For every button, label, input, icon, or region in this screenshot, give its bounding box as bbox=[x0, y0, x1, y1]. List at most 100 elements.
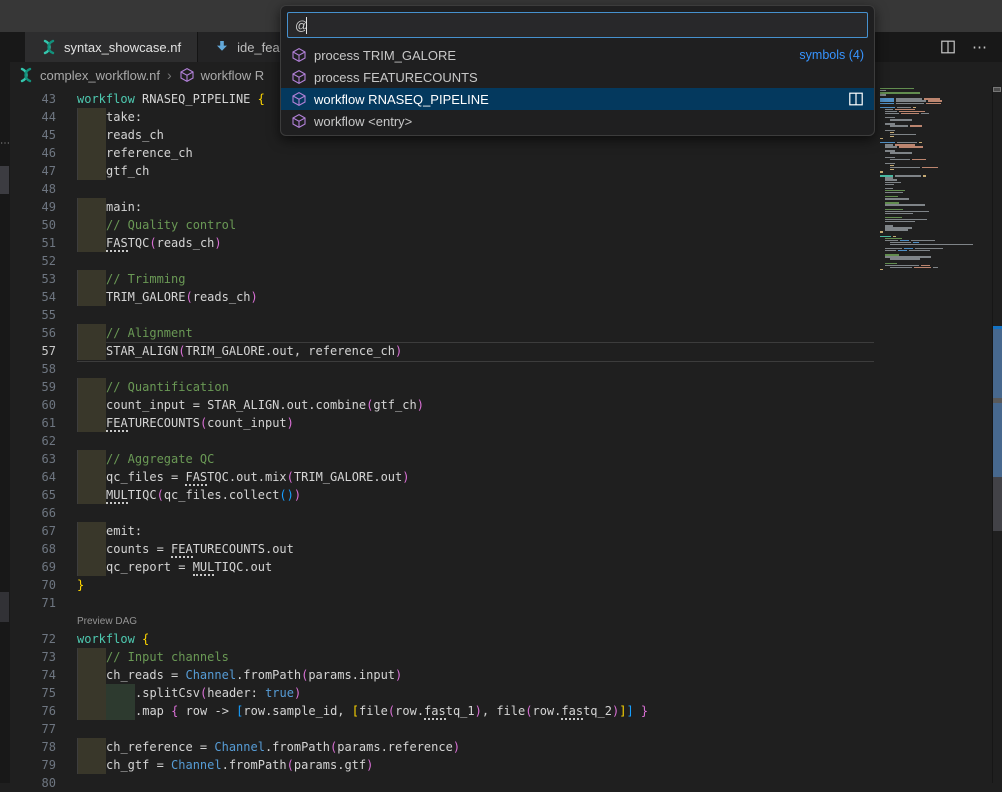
line-number[interactable]: 56 bbox=[10, 324, 56, 342]
minimap[interactable] bbox=[880, 88, 975, 283]
line-number[interactable]: 57 bbox=[10, 342, 56, 360]
token: true bbox=[265, 686, 294, 700]
code-line[interactable]: workflow { bbox=[77, 630, 877, 648]
scrollbar-thumb[interactable] bbox=[993, 477, 1002, 531]
line-number[interactable]: 64 bbox=[10, 468, 56, 486]
line-number[interactable]: 47 bbox=[10, 162, 56, 180]
line-number[interactable]: 46 bbox=[10, 144, 56, 162]
line-number[interactable]: 67 bbox=[10, 522, 56, 540]
line-number[interactable]: 59 bbox=[10, 378, 56, 396]
code-line[interactable]: // Alignment bbox=[77, 324, 877, 342]
code-line[interactable] bbox=[77, 180, 877, 198]
code-line[interactable] bbox=[77, 720, 877, 738]
line-number[interactable]: 72 bbox=[10, 630, 56, 648]
code-line[interactable] bbox=[77, 594, 877, 612]
line-number[interactable]: 70 bbox=[10, 576, 56, 594]
line-number[interactable]: 66 bbox=[10, 504, 56, 522]
line-number[interactable]: 69 bbox=[10, 558, 56, 576]
line-number[interactable]: 45 bbox=[10, 126, 56, 144]
line-number[interactable]: 55 bbox=[10, 306, 56, 324]
code-lens[interactable]: Preview DAG bbox=[77, 612, 877, 630]
line-number[interactable]: 43 bbox=[10, 90, 56, 108]
code-line[interactable]: MULTIQC(qc_files.collect()) bbox=[77, 486, 877, 504]
line-number[interactable]: 50 bbox=[10, 216, 56, 234]
code-line[interactable]: emit: bbox=[77, 522, 877, 540]
code-line[interactable] bbox=[77, 504, 877, 522]
code-area[interactable]: workflow RNASEQ_PIPELINE {take:reads_chr… bbox=[77, 90, 877, 792]
quick-open-input[interactable] bbox=[295, 18, 860, 33]
quickpick-item[interactable]: workflow RNASEQ_PIPELINE bbox=[281, 88, 874, 110]
breadcrumb-symbol[interactable]: workflow R bbox=[201, 68, 265, 83]
code-line[interactable]: main: bbox=[77, 198, 877, 216]
quickpick-item[interactable]: workflow <entry> bbox=[281, 110, 874, 132]
more-actions-icon[interactable]: ⋯ bbox=[972, 38, 988, 56]
quick-open-input-box[interactable] bbox=[287, 12, 868, 38]
line-number[interactable]: 73 bbox=[10, 648, 56, 666]
code-line[interactable] bbox=[77, 432, 877, 450]
scrollbar[interactable] bbox=[993, 86, 1002, 783]
line-number[interactable]: 80 bbox=[10, 774, 56, 792]
line-number[interactable]: 54 bbox=[10, 288, 56, 306]
code-line[interactable]: gtf_ch bbox=[77, 162, 877, 180]
hint-underline: FEA bbox=[171, 542, 193, 558]
line-number[interactable]: 52 bbox=[10, 252, 56, 270]
code-line[interactable]: .map { row -> [row.sample_id, [file(row.… bbox=[77, 702, 877, 720]
code-line[interactable]: FEATURECOUNTS(count_input) bbox=[77, 414, 877, 432]
line-number[interactable]: 44 bbox=[10, 108, 56, 126]
line-number[interactable]: 51 bbox=[10, 234, 56, 252]
line-number[interactable]: 48 bbox=[10, 180, 56, 198]
gutter[interactable]: 4344454647484950515253545556575859606162… bbox=[10, 90, 56, 792]
code-line[interactable] bbox=[77, 774, 877, 792]
code-line[interactable]: qc_report = MULTIQC.out bbox=[77, 558, 877, 576]
minimap-segment bbox=[880, 138, 883, 139]
code-line[interactable]: // Trimming bbox=[77, 270, 877, 288]
token: // Quality control bbox=[106, 218, 236, 232]
line-number[interactable]: 68 bbox=[10, 540, 56, 558]
line-number[interactable]: 79 bbox=[10, 756, 56, 774]
line-number[interactable]: 49 bbox=[10, 198, 56, 216]
code-line[interactable]: ch_reference = Channel.fromPath(params.r… bbox=[77, 738, 877, 756]
line-number[interactable]: 61 bbox=[10, 414, 56, 432]
token: reads_ch bbox=[193, 290, 251, 304]
code-line[interactable]: // Input channels bbox=[77, 648, 877, 666]
code-line[interactable]: // Aggregate QC bbox=[77, 450, 877, 468]
breadcrumb-file[interactable]: complex_workflow.nf bbox=[40, 68, 160, 83]
quickpick-item[interactable]: process TRIM_GALOREsymbols (4) bbox=[281, 44, 874, 66]
code-line[interactable] bbox=[77, 306, 877, 324]
line-number[interactable]: 76 bbox=[10, 702, 56, 720]
code-line[interactable]: TRIM_GALORE(reads_ch) bbox=[77, 288, 877, 306]
code-line[interactable] bbox=[77, 252, 877, 270]
code-line[interactable]: STAR_ALIGN(TRIM_GALORE.out, reference_ch… bbox=[77, 342, 877, 360]
tab-syntax-showcase[interactable]: syntax_showcase.nf bbox=[25, 32, 198, 62]
line-number[interactable]: 74 bbox=[10, 666, 56, 684]
line-number[interactable]: 71 bbox=[10, 594, 56, 612]
line-number[interactable]: 62 bbox=[10, 432, 56, 450]
code-line[interactable] bbox=[77, 360, 877, 378]
code-line[interactable]: qc_files = FASTQC.out.mix(TRIM_GALORE.ou… bbox=[77, 468, 877, 486]
line-number[interactable]: 78 bbox=[10, 738, 56, 756]
code-line[interactable]: } bbox=[77, 576, 877, 594]
line-number[interactable]: 60 bbox=[10, 396, 56, 414]
line-number[interactable]: 77 bbox=[10, 720, 56, 738]
code-line[interactable]: FASTQC(reads_ch) bbox=[77, 234, 877, 252]
code-line[interactable]: ch_gtf = Channel.fromPath(params.gtf) bbox=[77, 756, 877, 774]
code-line[interactable]: // Quality control bbox=[77, 216, 877, 234]
code-text: gtf_ch bbox=[77, 164, 149, 178]
code-line[interactable]: ch_reads = Channel.fromPath(params.input… bbox=[77, 666, 877, 684]
overview-decoration bbox=[993, 403, 1002, 477]
line-number[interactable]: 63 bbox=[10, 450, 56, 468]
open-to-side-icon[interactable] bbox=[848, 91, 864, 107]
code-line[interactable]: count_input = STAR_ALIGN.out.combine(gtf… bbox=[77, 396, 877, 414]
split-editor-icon[interactable] bbox=[940, 39, 956, 55]
code-line[interactable]: counts = FEATURECOUNTS.out bbox=[77, 540, 877, 558]
code-line[interactable]: // Quantification bbox=[77, 378, 877, 396]
code-line[interactable]: .splitCsv(header: true) bbox=[77, 684, 877, 702]
line-number[interactable]: 58 bbox=[10, 360, 56, 378]
hint-underline: FAS bbox=[106, 236, 128, 252]
line-number[interactable]: 65 bbox=[10, 486, 56, 504]
code-line[interactable]: reference_ch bbox=[77, 144, 877, 162]
token: qc_report = bbox=[106, 560, 193, 574]
line-number[interactable]: 53 bbox=[10, 270, 56, 288]
line-number[interactable]: 75 bbox=[10, 684, 56, 702]
quickpick-item[interactable]: process FEATURECOUNTS bbox=[281, 66, 874, 88]
